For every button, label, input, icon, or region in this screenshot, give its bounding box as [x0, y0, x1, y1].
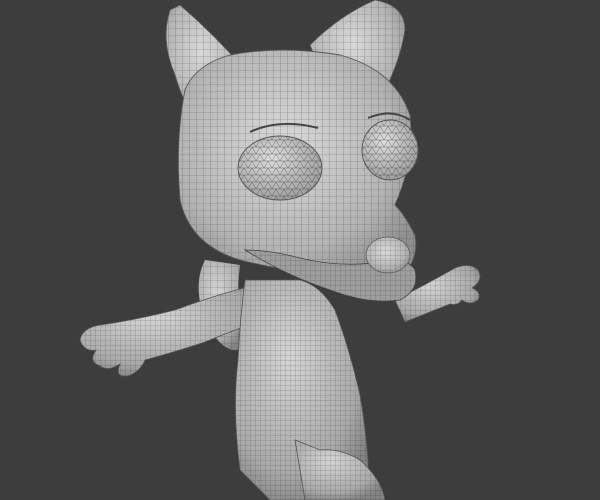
wolf-mesh-render: [79, 0, 481, 500]
left-arm: [79, 284, 263, 377]
3d-viewport[interactable]: [0, 0, 600, 500]
